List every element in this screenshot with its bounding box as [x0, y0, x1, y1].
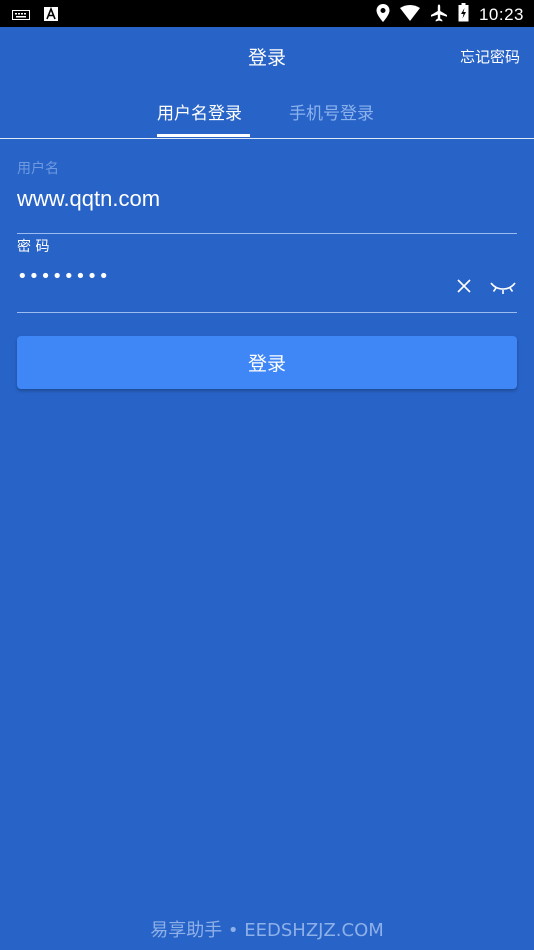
- clock: 10:23: [478, 4, 524, 24]
- tab-phone-login[interactable]: 手机号登录: [289, 99, 374, 124]
- login-tabs: 用户名登录 手机号登录: [0, 83, 534, 139]
- login-button[interactable]: 登录: [17, 336, 517, 389]
- eye-closed-icon[interactable]: [490, 280, 516, 296]
- username-input[interactable]: www.qqtn.com: [17, 186, 160, 212]
- battery-icon: [458, 3, 469, 26]
- status-bar: 10:23: [0, 0, 534, 27]
- forgot-password-link[interactable]: 忘记密码: [460, 46, 520, 67]
- tab-indicator: [157, 134, 250, 137]
- username-underline: [17, 233, 517, 234]
- wifi-icon: [399, 4, 420, 25]
- clear-icon[interactable]: [456, 278, 472, 294]
- watermark: 易享助手 • EEDSHZJZ.COM: [150, 920, 384, 941]
- tab-username-login[interactable]: 用户名登录: [157, 99, 242, 124]
- app-bar: 登录 忘记密码: [0, 27, 534, 83]
- page-title: 登录: [247, 47, 286, 69]
- password-input[interactable]: ••••••••: [17, 266, 110, 287]
- a-badge-icon: [44, 6, 58, 25]
- password-underline: [17, 312, 517, 313]
- airplane-icon: [430, 4, 448, 26]
- location-icon: [376, 3, 390, 26]
- keyboard-icon: [12, 6, 30, 25]
- password-label: 密 码: [17, 239, 50, 255]
- username-label: 用户名: [17, 161, 59, 177]
